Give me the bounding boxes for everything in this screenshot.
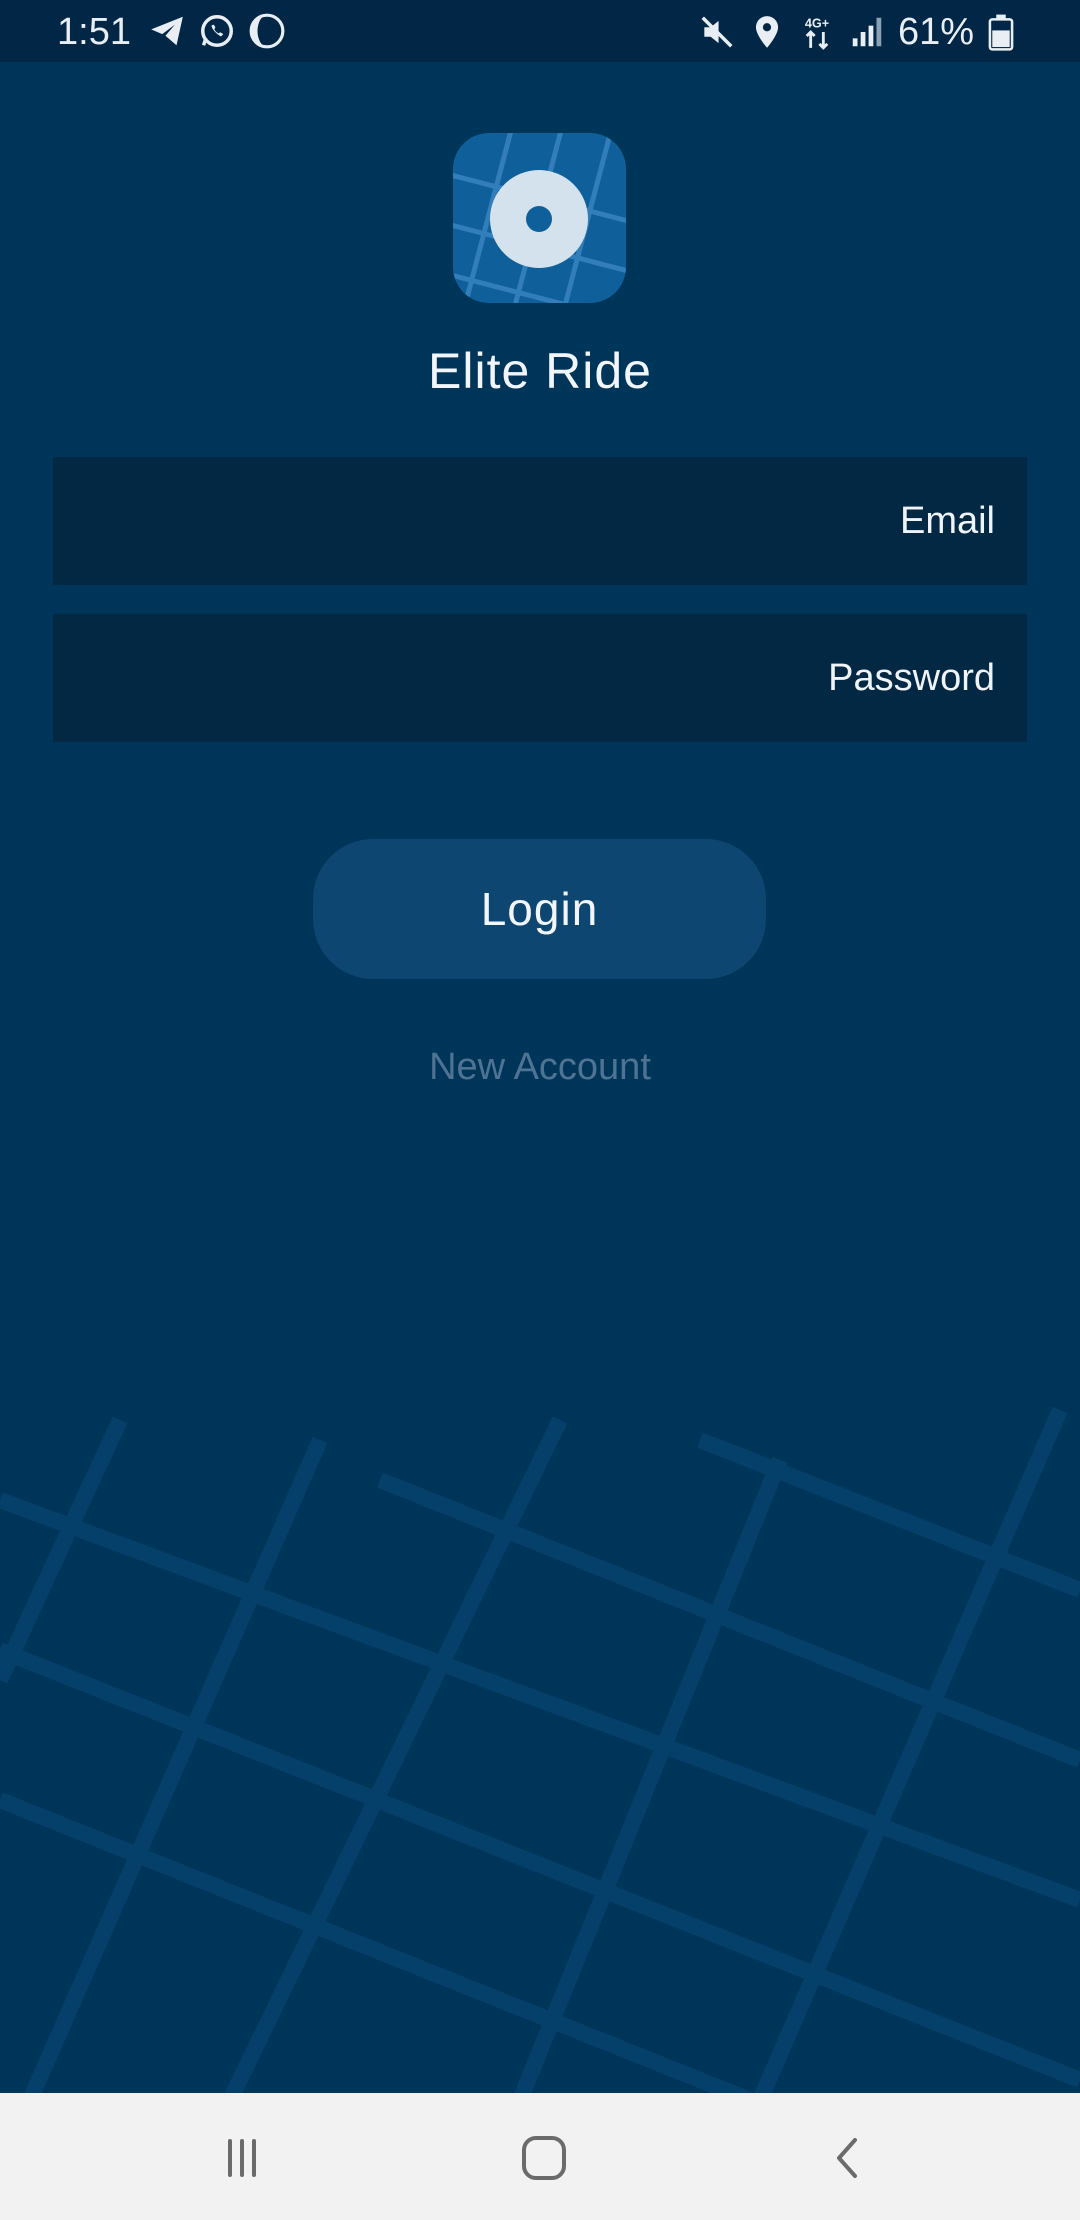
status-left-icons (148, 12, 286, 50)
recents-icon (228, 2139, 256, 2177)
login-button[interactable]: Login (313, 839, 766, 979)
location-icon (748, 13, 786, 51)
night-mode-icon (248, 12, 286, 50)
battery-icon (986, 13, 1024, 51)
app-logo-icon (453, 133, 626, 303)
password-field[interactable] (53, 614, 1027, 742)
back-icon (837, 2138, 857, 2178)
new-account-link[interactable]: New Account (0, 1046, 1080, 1089)
status-time: 1:51 (57, 11, 131, 53)
login-screen: 1:51 4G+ 61% Elite Ride Email Login New … (0, 0, 1080, 2220)
status-bar: 1:51 4G+ 61% (0, 0, 1080, 62)
recents-button[interactable] (197, 2113, 287, 2203)
status-right-icons: 4G+ 61% (698, 10, 1024, 54)
mute-icon (698, 13, 736, 51)
battery-percent: 61% (897, 11, 974, 53)
whatsapp-icon (198, 12, 236, 50)
signal-icon (848, 13, 886, 51)
home-icon (522, 2136, 566, 2180)
network-4g-icon: 4G+ (798, 13, 836, 51)
home-button[interactable] (499, 2113, 589, 2203)
navigation-bar (0, 2093, 1080, 2220)
email-field[interactable] (53, 457, 1027, 585)
network-label: 4G+ (805, 16, 829, 30)
back-button[interactable] (803, 2113, 893, 2203)
telegram-icon (148, 12, 186, 50)
app-title: Elite Ride (428, 343, 652, 399)
background-grid-decoration (0, 1406, 1080, 2100)
